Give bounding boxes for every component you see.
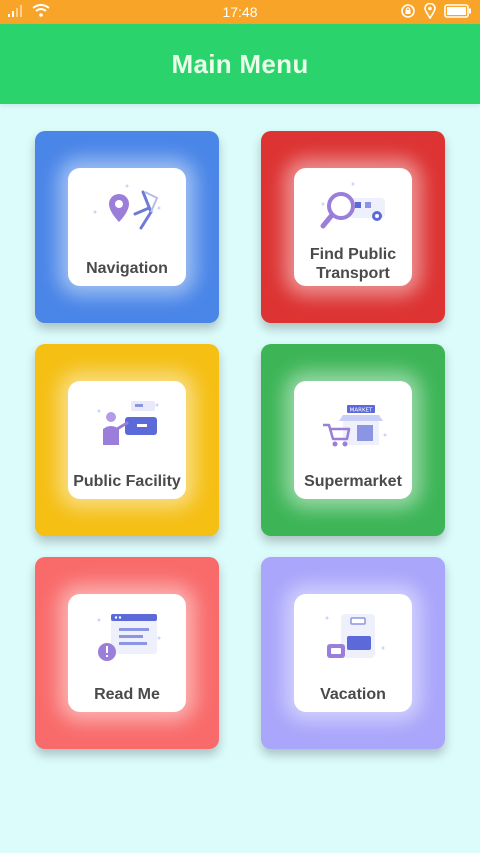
vacation-tile[interactable]: Vacation <box>261 557 445 749</box>
read-me-tile[interactable]: Read Me <box>35 557 219 749</box>
public-facility-card: Public Facility <box>68 381 186 499</box>
find-public-transport-tile[interactable]: Find Public Transport <box>261 131 445 323</box>
lock-rotation-icon <box>400 3 416 22</box>
vacation-card: Vacation <box>294 594 412 712</box>
battery-icon <box>444 3 472 21</box>
read-me-label: Read Me <box>94 686 160 703</box>
navigation-tile[interactable]: Navigation <box>35 131 219 323</box>
wifi-icon <box>32 4 50 20</box>
supermarket-tile[interactable]: MARKET Supermarket <box>261 344 445 536</box>
navigation-label: Navigation <box>86 260 168 277</box>
page-title: Main Menu <box>171 48 309 79</box>
public-facility-icon <box>97 401 159 445</box>
supermarket-label: Supermarket <box>304 473 402 490</box>
read-me-card: Read Me <box>68 594 186 712</box>
find-transport-icon <box>320 182 385 229</box>
supermarket-card: MARKET Supermarket <box>294 381 412 499</box>
signal-icon <box>8 4 26 20</box>
status-left <box>0 4 50 20</box>
svg-text:MARKET: MARKET <box>350 408 373 414</box>
read-me-icon <box>97 614 161 661</box>
app-bar: Main Menu <box>0 24 480 104</box>
public-facility-tile[interactable]: Public Facility <box>35 344 219 536</box>
find-public-transport-line2: Transport <box>316 265 390 282</box>
navigation-icon <box>93 184 161 230</box>
public-facility-label: Public Facility <box>73 473 181 490</box>
supermarket-icon: MARKET <box>323 405 387 447</box>
status-bar: 17:48 <box>0 0 480 24</box>
navigation-card: Navigation <box>68 168 186 286</box>
vacation-label: Vacation <box>320 686 386 703</box>
find-public-transport-card: Find Public Transport <box>294 168 412 286</box>
status-right <box>400 2 480 22</box>
find-public-transport-label: Find Public Transport <box>294 245 412 283</box>
location-icon <box>424 2 436 22</box>
find-public-transport-line1: Find Public <box>309 246 397 263</box>
vacation-icon <box>325 614 385 658</box>
